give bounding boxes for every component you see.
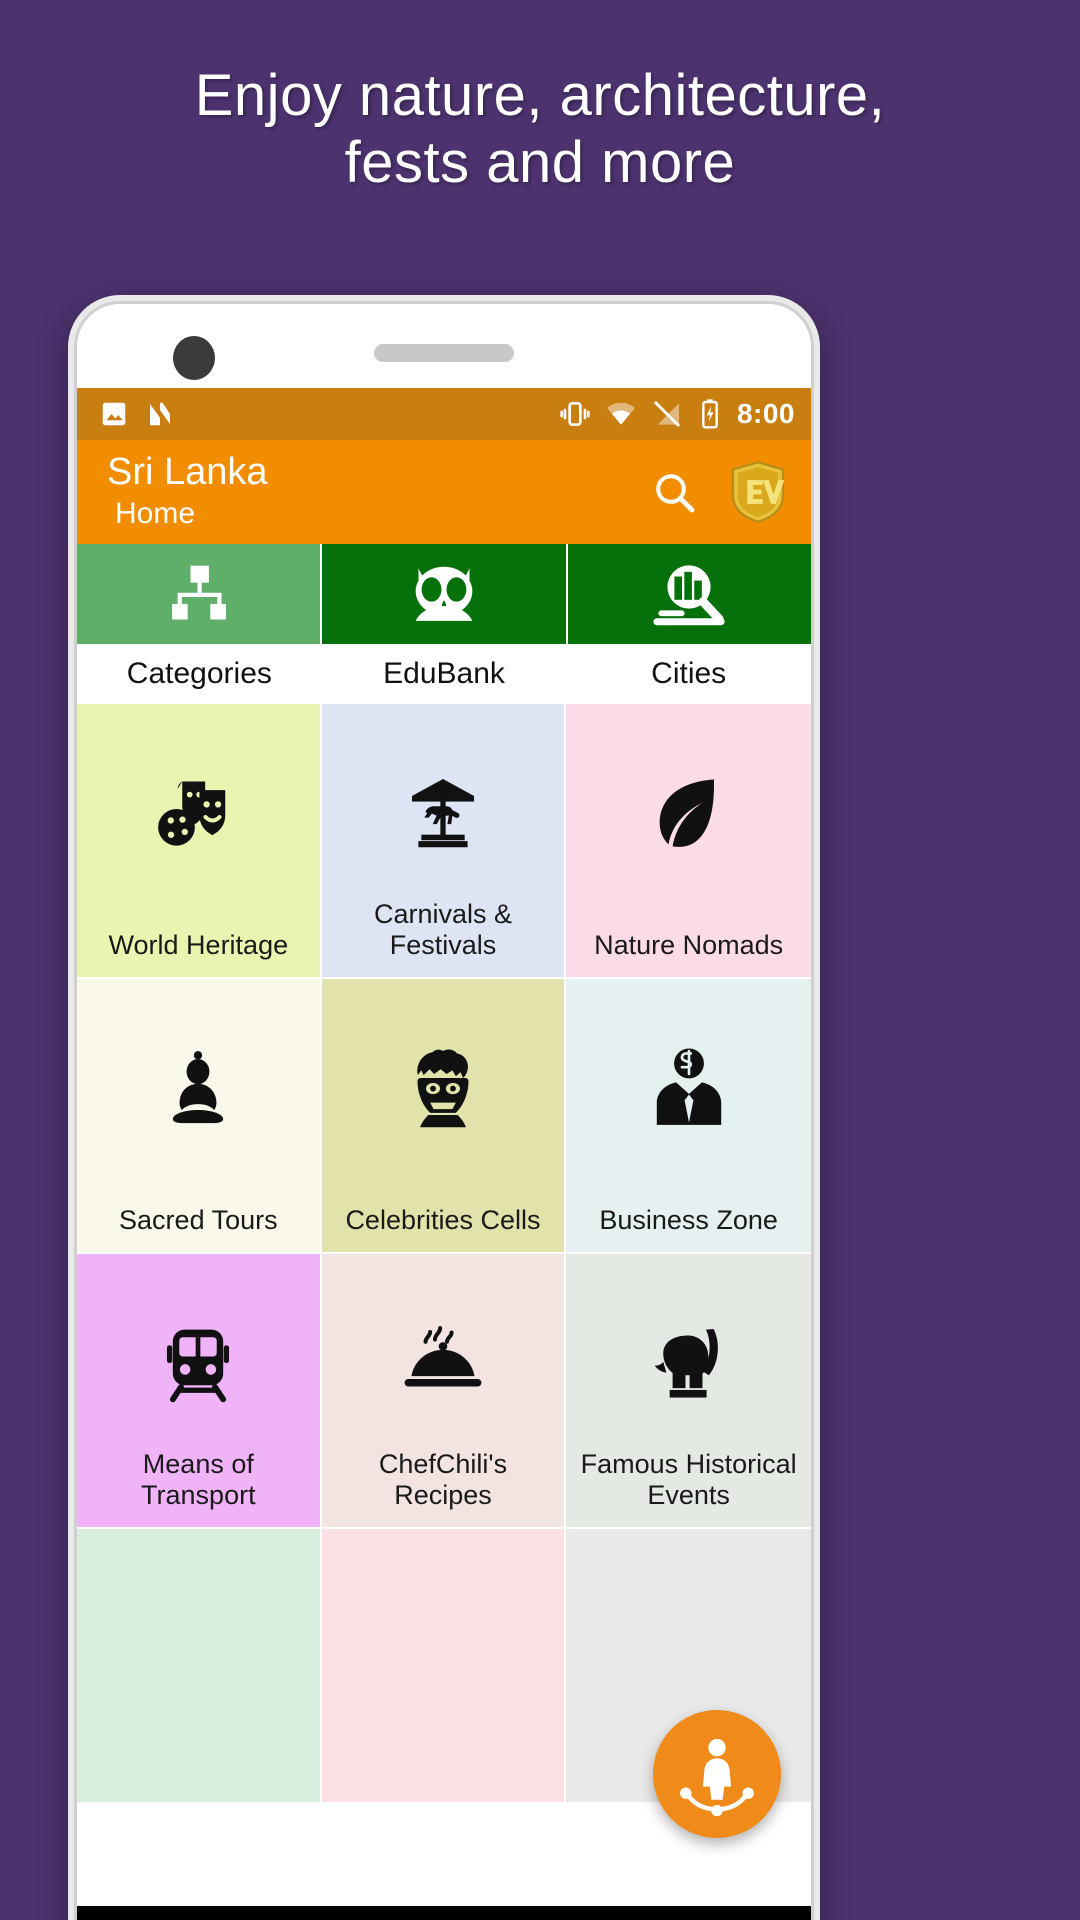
grid-cell-celebrities-cells[interactable]: Celebrities Cells: [321, 979, 567, 1254]
helmet-icon: [648, 1320, 730, 1406]
grid-cell-carnivals-festivals[interactable]: Carnivals & Festivals: [321, 704, 567, 979]
floating-action-button[interactable]: [653, 1710, 781, 1838]
screenshot-stage: Enjoy nature, architecture, fests and mo…: [0, 0, 1080, 1920]
app-bar-titles: Sri Lanka Home: [107, 451, 268, 531]
app-bar-actions: [647, 460, 789, 524]
promo-line-1: Enjoy nature, architecture,: [194, 63, 886, 128]
grid-cell-world-heritage[interactable]: World Heritage: [77, 704, 322, 979]
vibrate-icon: [560, 402, 590, 426]
status-bar-left-icons: [99, 399, 175, 429]
grid-cell-nature-nomads[interactable]: Nature Nomads: [566, 704, 811, 979]
tab-label-categories[interactable]: Categories: [77, 644, 322, 704]
celebrity-face-icon: [403, 1045, 483, 1131]
city-search-icon: [653, 565, 725, 626]
masks-palette-icon: [155, 770, 241, 856]
carousel-icon: [401, 770, 485, 856]
promo-line-2: fests and more: [344, 130, 736, 196]
grid-cell-sacred-tours[interactable]: Sacred Tours: [77, 979, 322, 1254]
battery-charging-icon: [702, 399, 718, 429]
front-camera-icon: [173, 336, 215, 380]
grid-cell-business-zone[interactable]: Business Zone: [566, 979, 811, 1254]
app-bar: Sri Lanka Home: [77, 440, 811, 544]
phone-screen-bezel: 8:00 Sri Lanka Home Categories EduBank C…: [74, 301, 814, 1920]
grid-cell-label: Famous Historical Events: [580, 1448, 797, 1510]
grid-cell-row4-1[interactable]: [77, 1529, 322, 1804]
app-logo-button[interactable]: [727, 460, 789, 524]
status-bar-right-icons: 8:00: [559, 398, 795, 430]
phone-frame: 8:00 Sri Lanka Home Categories EduBank C…: [68, 295, 820, 1920]
businessman-icon: [649, 1045, 729, 1131]
grid-cell-label: World Heritage: [108, 929, 289, 960]
page-title: Sri Lanka: [107, 451, 268, 494]
status-bar: 8:00: [77, 388, 811, 440]
sitemap-icon: [171, 565, 226, 620]
grid-cell-label: ChefChili's Recipes: [378, 1448, 508, 1510]
page-subtitle: Home: [115, 496, 196, 530]
app-screen: 8:00 Sri Lanka Home Categories EduBank C…: [77, 388, 811, 1920]
promo-headline: Enjoy nature, architecture, fests and mo…: [0, 62, 1080, 197]
cloche-icon: [400, 1320, 486, 1406]
tab-label-cities[interactable]: Cities: [566, 644, 811, 704]
grid-cell-label: Carnivals & Festivals: [373, 898, 512, 960]
tab-cities[interactable]: [567, 544, 811, 644]
grid-cell-label: Sacred Tours: [119, 1204, 278, 1235]
tab-label-edubank[interactable]: EduBank: [322, 644, 567, 704]
tab-edubank[interactable]: [322, 544, 568, 644]
wifi-icon: [606, 402, 635, 425]
phone-top-bezel: [77, 304, 811, 388]
grid-cell-label: Celebrities Cells: [345, 1204, 541, 1235]
search-button[interactable]: [647, 465, 701, 519]
train-icon: [160, 1320, 236, 1406]
grid-cell-chefchilis-recipes[interactable]: ChefChili's Recipes: [321, 1254, 567, 1529]
signal-off-icon: [653, 400, 680, 428]
search-icon: [656, 474, 695, 513]
tab-categories[interactable]: [77, 544, 323, 644]
grid-cell-label: Nature Nomads: [594, 929, 784, 960]
category-grid: World Heritage Carnivals & Festivals Nat…: [77, 704, 811, 1804]
nfc-n-icon: [150, 402, 170, 426]
tab-bar: [77, 544, 811, 644]
grid-cell-row4-2[interactable]: [321, 1529, 567, 1804]
earpiece-speaker: [374, 344, 514, 362]
ev-shield-logo-icon: [731, 461, 785, 523]
grid-cell-label: Business Zone: [599, 1204, 778, 1235]
buddha-icon: [162, 1045, 234, 1131]
grid-cell-famous-historical-events[interactable]: Famous Historical Events: [566, 1254, 811, 1529]
status-bar-clock: 8:00: [736, 398, 795, 429]
bottom-nav-strip: [77, 1906, 811, 1920]
tab-label-bar: Categories EduBank Cities: [77, 644, 811, 704]
leaf-icon: [649, 770, 729, 856]
image-icon: [102, 402, 126, 426]
grid-cell-label: Means of Transport: [141, 1448, 256, 1510]
owl-icon: [415, 566, 473, 621]
person-network-icon: [680, 1738, 754, 1816]
grid-cell-means-of-transport[interactable]: Means of Transport: [77, 1254, 322, 1529]
